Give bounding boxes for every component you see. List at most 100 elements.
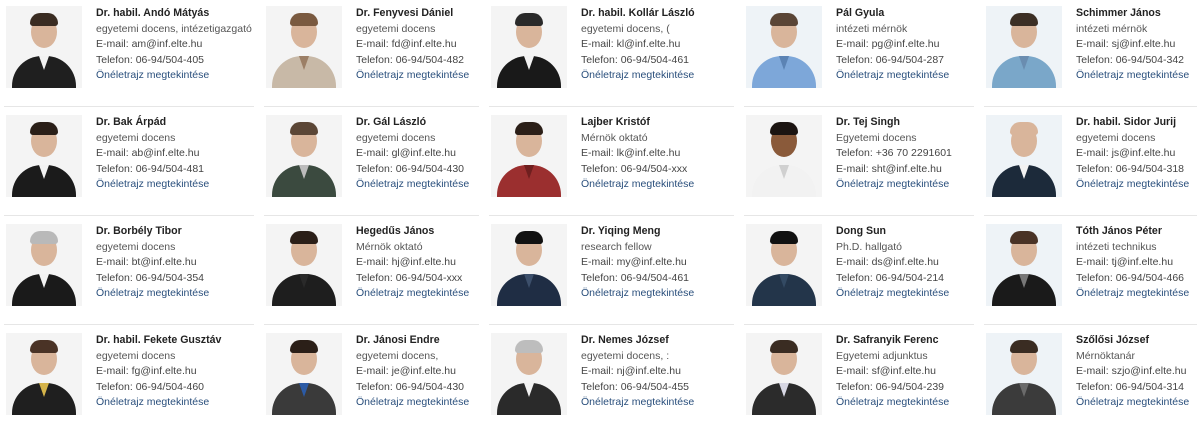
staff-title: egyetemi docens — [356, 22, 436, 35]
portrait-photo — [491, 333, 567, 415]
staff-title: egyetemi docens — [96, 349, 176, 362]
portrait-photo — [266, 333, 342, 415]
staff-card: Dr. Borbély Tibor egyetemi docens E-mail: … — [0, 218, 260, 327]
staff-email: E-mail: sj@inf.elte.hu — [1076, 38, 1176, 51]
cv-link[interactable]: Önéletrajz megtekintése — [356, 68, 469, 84]
staff-phone: Telefon: 06-94/504-461 — [581, 271, 689, 284]
portrait-photo — [6, 6, 82, 88]
staff-card: Lajber Kristóf Mérnök oktató E-mail: lk@in… — [485, 109, 740, 218]
cv-link[interactable]: Önéletrajz megtekintése — [1076, 68, 1189, 84]
staff-title: egyetemi docens, — [356, 349, 439, 362]
staff-card: Pál Gyula intézeti mérnök E-mail: pg@inf.e… — [740, 0, 980, 109]
cv-link[interactable]: Önéletrajz megtekintése — [836, 68, 949, 84]
staff-email: E-mail: js@inf.elte.hu — [1076, 147, 1176, 160]
staff-phone: Telefon: +36 70 2291601 — [836, 147, 952, 160]
staff-email: E-mail: lk@inf.elte.hu — [581, 147, 681, 160]
staff-card: Hegedűs János Mérnök oktató E-mail: hj@inf… — [260, 218, 485, 327]
cv-link[interactable]: Önéletrajz megtekintése — [581, 68, 695, 84]
staff-email: E-mail: je@inf.elte.hu — [356, 365, 456, 378]
cv-link[interactable]: Önéletrajz megtekintése — [836, 395, 949, 411]
staff-phone: Telefon: 06-94/504-482 — [356, 53, 464, 66]
staff-title: egyetemi docens, : — [581, 349, 670, 362]
staff-title: Mérnöktanár — [1076, 349, 1135, 362]
staff-email: E-mail: ab@inf.elte.hu — [96, 147, 200, 160]
portrait-photo — [6, 224, 82, 306]
staff-email: E-mail: kl@inf.elte.hu — [581, 38, 681, 51]
staff-email: E-mail: sht@inf.elte.hu — [836, 162, 942, 175]
staff-email: E-mail: fg@inf.elte.hu — [96, 365, 197, 378]
staff-phone: Telefon: 06-94/504-430 — [356, 380, 464, 393]
staff-title: egyetemi docens — [96, 240, 176, 253]
staff-email: E-mail: am@inf.elte.hu — [96, 38, 203, 51]
cv-link[interactable]: Önéletrajz megtekintése — [96, 395, 221, 411]
staff-title: Egyetemi docens — [836, 131, 917, 144]
staff-card: Dr. Safranyik Ferenc Egyetemi adjunktus E-… — [740, 327, 980, 434]
cv-link[interactable]: Önéletrajz megtekintése — [836, 177, 952, 193]
staff-title: Egyetemi adjunktus — [836, 349, 928, 362]
staff-email: E-mail: bt@inf.elte.hu — [96, 256, 197, 269]
staff-phone: Telefon: 06-94/504-239 — [836, 380, 944, 393]
cv-link[interactable]: Önéletrajz megtekintése — [96, 286, 209, 302]
staff-name: Dr. Yiqing Meng — [581, 225, 661, 237]
staff-title: research fellow — [581, 240, 652, 253]
staff-phone: Telefon: 06-94/504-405 — [96, 53, 204, 66]
cv-link[interactable]: Önéletrajz megtekintése — [581, 177, 694, 193]
staff-card: Dr. Jánosi Endre egyetemi docens, E-mail: … — [260, 327, 485, 434]
portrait-photo — [986, 6, 1062, 88]
staff-name: Dr. Borbély Tibor — [96, 225, 182, 237]
cv-link[interactable]: Önéletrajz megtekintése — [356, 286, 469, 302]
staff-card: Dr. habil. Andó Mátyás egyetemi docens, i… — [0, 0, 260, 109]
staff-email: E-mail: hj@inf.elte.hu — [356, 256, 456, 269]
staff-email: E-mail: fd@inf.elte.hu — [356, 38, 457, 51]
cv-link[interactable]: Önéletrajz megtekintése — [96, 177, 209, 193]
portrait-photo — [986, 224, 1062, 306]
staff-phone: Telefon: 06-94/504-214 — [836, 271, 944, 284]
staff-email: E-mail: tj@inf.elte.hu — [1076, 256, 1174, 269]
staff-email: E-mail: gl@inf.elte.hu — [356, 147, 456, 160]
portrait-photo — [746, 115, 822, 197]
cv-link[interactable]: Önéletrajz megtekintése — [356, 395, 469, 411]
portrait-photo — [491, 224, 567, 306]
staff-title: egyetemi docens — [1076, 131, 1156, 144]
staff-name: Dr. habil. Fekete Gusztáv — [96, 334, 222, 346]
cv-link[interactable]: Önéletrajz megtekintése — [581, 395, 694, 411]
portrait-photo — [266, 224, 342, 306]
staff-title: Mérnök oktató — [356, 240, 423, 253]
cv-link[interactable]: Önéletrajz megtekintése — [356, 177, 469, 193]
staff-grid: Dr. habil. Andó Mátyás egyetemi docens, i… — [0, 0, 1203, 434]
staff-card: Dr. Fenyvesi Dániel egyetemi docens E-mail… — [260, 0, 485, 109]
cv-link[interactable]: Önéletrajz megtekintése — [1076, 395, 1189, 411]
staff-phone: Telefon: 06-94/504-xxx — [581, 162, 688, 175]
cv-link[interactable]: Önéletrajz megtekintése — [836, 286, 949, 302]
staff-card: Dr. Yiqing Meng research fellow E-mail: my… — [485, 218, 740, 327]
staff-phone: Telefon: 06-94/504-455 — [581, 380, 689, 393]
staff-phone: Telefon: 06-94/504-287 — [836, 53, 944, 66]
staff-phone: Telefon: 06-94/504-314 — [1076, 380, 1184, 393]
cv-link[interactable]: Önéletrajz megtekintése — [96, 68, 252, 84]
staff-name: Dr. habil. Sidor Jurij — [1076, 116, 1177, 128]
staff-name: Tóth János Péter — [1076, 225, 1162, 237]
staff-card: Dr. habil. Kollár László egyetemi docens,… — [485, 0, 740, 109]
staff-card: Dr. Bak Árpád egyetemi docens E-mail: ab@i… — [0, 109, 260, 218]
staff-title: egyetemi docens, intézetigazgató — [96, 22, 252, 35]
staff-name: Dr. Gál László — [356, 116, 427, 128]
staff-name: Dong Sun — [836, 225, 887, 237]
portrait-photo — [266, 6, 342, 88]
staff-card: Schimmer János intézeti mérnök E-mail: sj@… — [980, 0, 1203, 109]
staff-name: Dr. Fenyvesi Dániel — [356, 7, 454, 19]
staff-phone: Telefon: 06-94/504-342 — [1076, 53, 1184, 66]
staff-title: intézeti mérnök — [1076, 22, 1148, 35]
staff-email: E-mail: pg@inf.elte.hu — [836, 38, 940, 51]
cv-link[interactable]: Önéletrajz megtekintése — [1076, 286, 1189, 302]
staff-name: Dr. Tej Singh — [836, 116, 900, 128]
staff-title: Mérnök oktató — [581, 131, 648, 144]
staff-name: Schimmer János — [1076, 7, 1161, 19]
staff-phone: Telefon: 06-94/504-318 — [1076, 162, 1184, 175]
staff-phone: Telefon: 06-94/504-466 — [1076, 271, 1184, 284]
cv-link[interactable]: Önéletrajz megtekintése — [581, 286, 694, 302]
portrait-photo — [491, 6, 567, 88]
cv-link[interactable]: Önéletrajz megtekintése — [1076, 177, 1189, 193]
staff-card: Tóth János Péter intézeti technikus E-mail… — [980, 218, 1203, 327]
staff-phone: Telefon: 06-94/504-354 — [96, 271, 204, 284]
staff-email: E-mail: nj@inf.elte.hu — [581, 365, 681, 378]
